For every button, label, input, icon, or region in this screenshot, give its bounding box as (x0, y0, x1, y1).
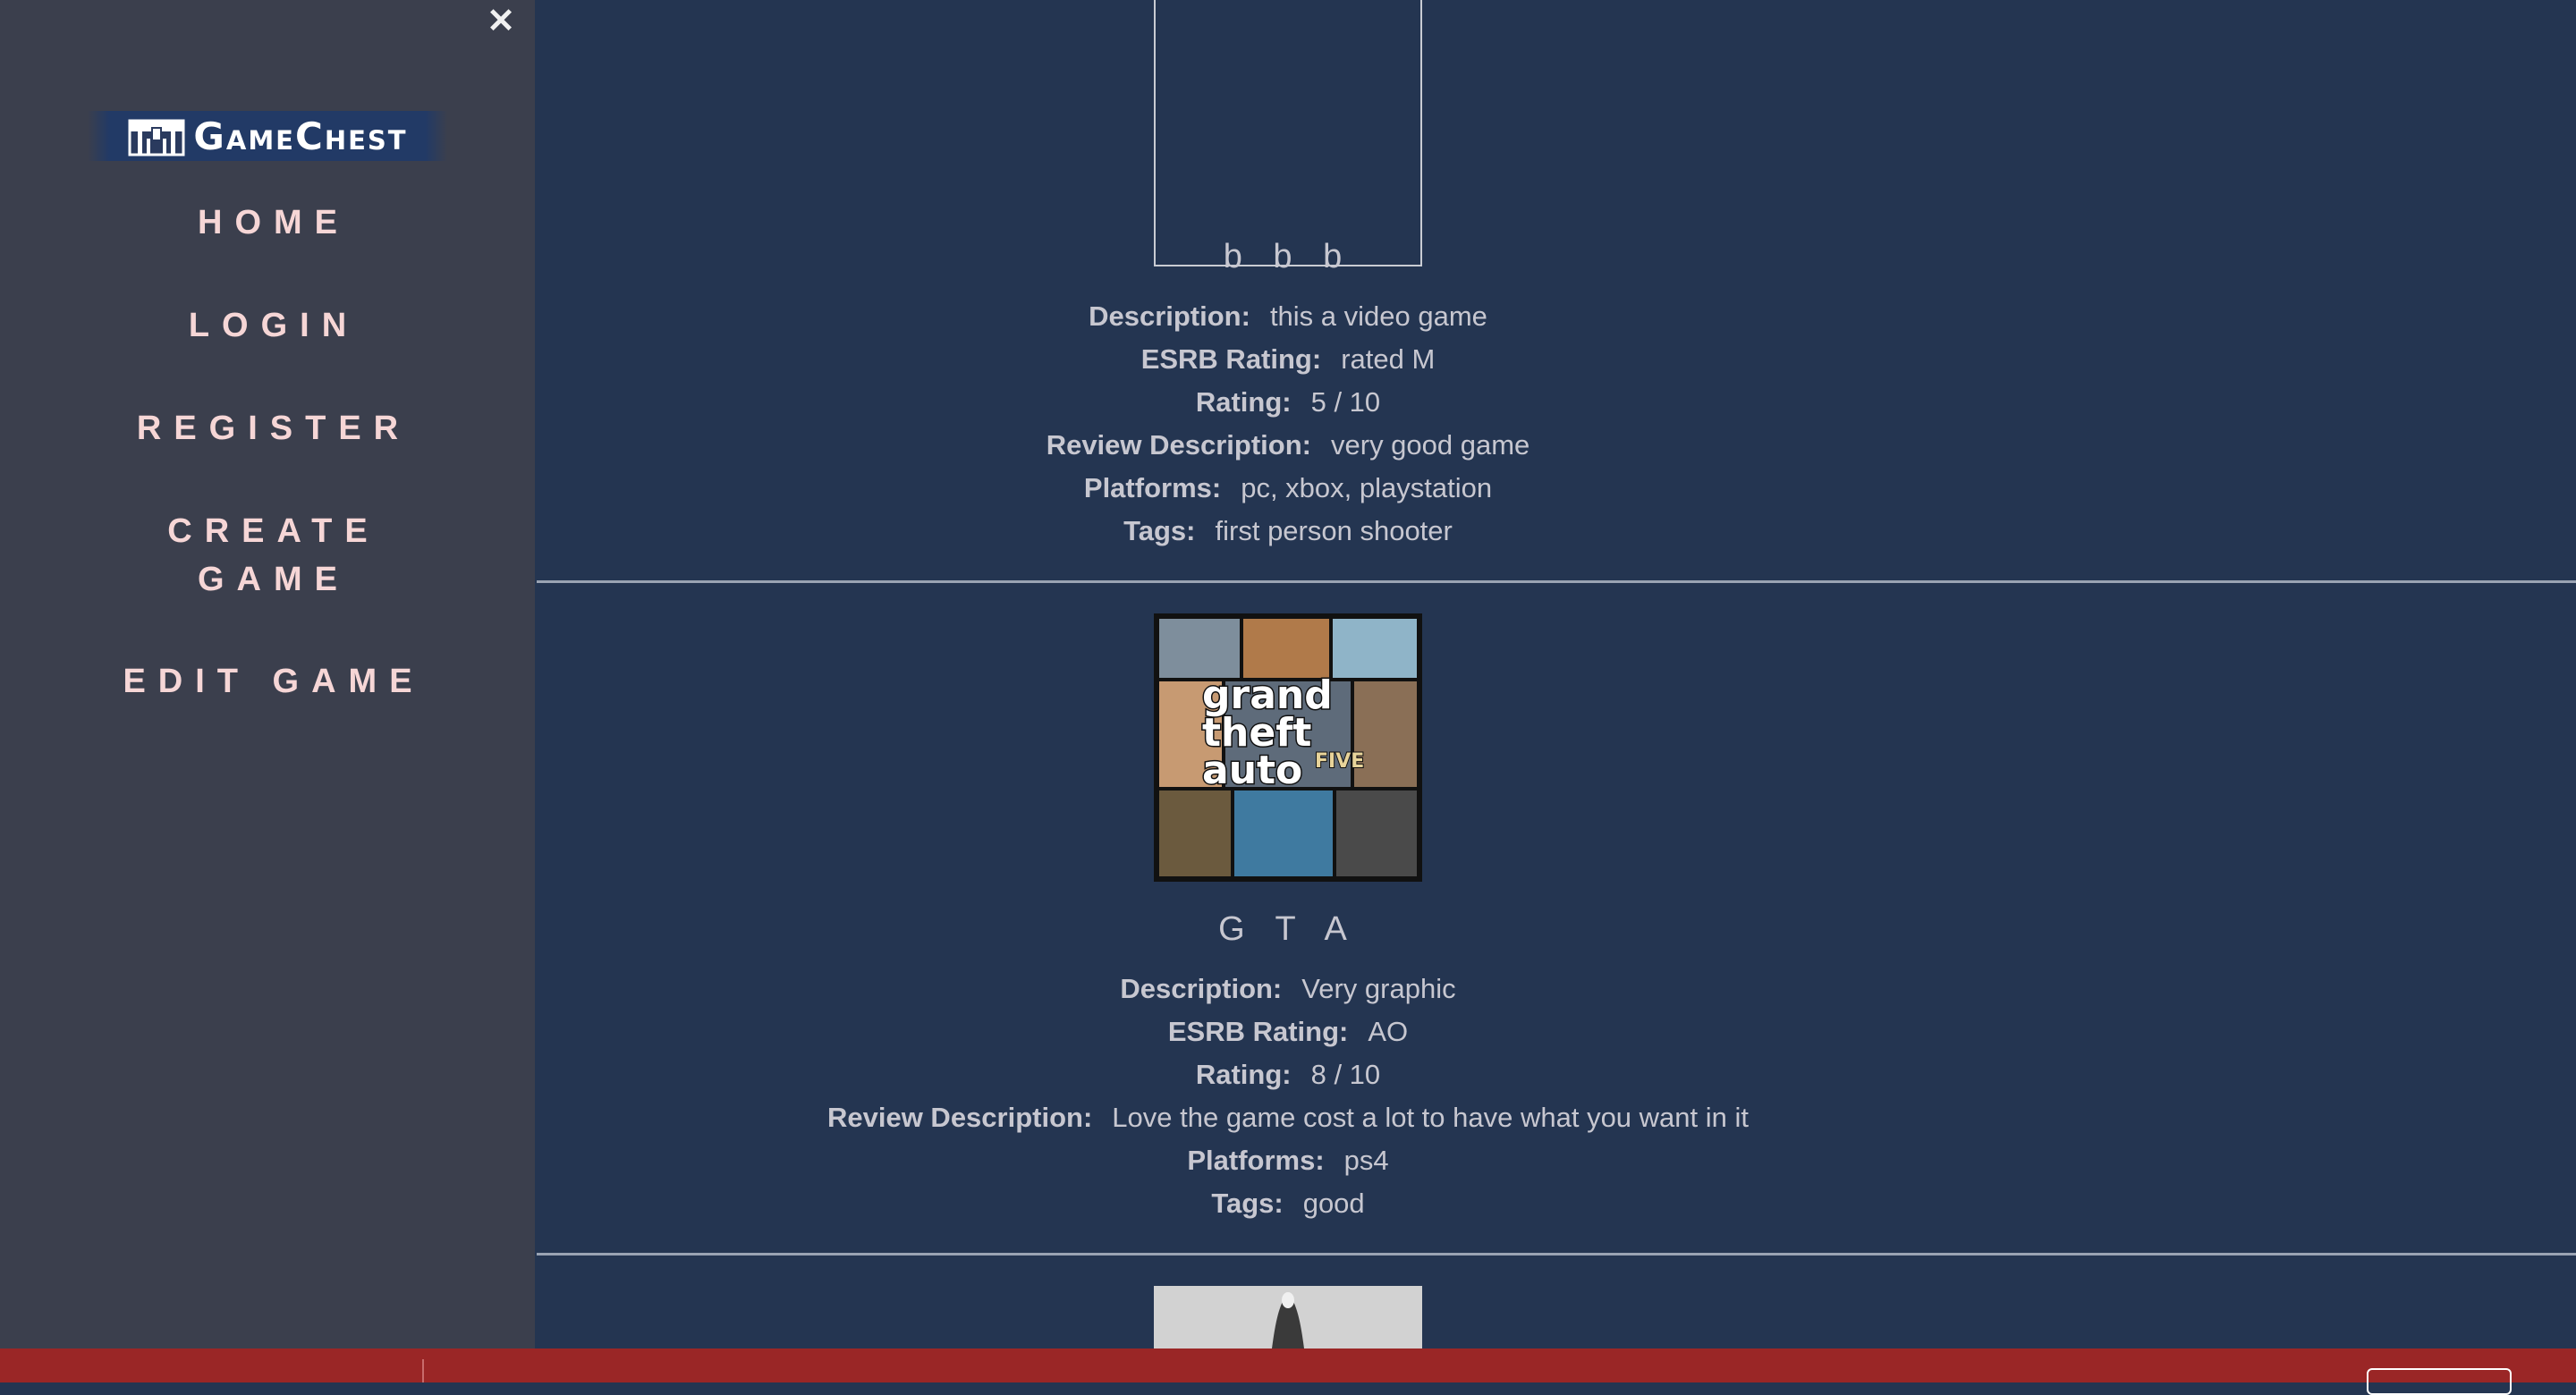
nav-item-register[interactable]: REGISTER (0, 404, 535, 452)
game-review: Review Description: Love the game cost a … (537, 1096, 2039, 1139)
description-label: Description: (1120, 973, 1283, 1004)
description-label: Description: (1089, 300, 1250, 332)
gta-cover-art: grand theft auto FIVE (1157, 617, 1419, 878)
review-label: Review Description: (826, 1102, 1093, 1133)
nav-item-edit-game[interactable]: EDIT GAME (0, 657, 535, 706)
review-value: Love the game cost a lot to have what yo… (1112, 1102, 1749, 1133)
nav-item-create-game-line1: CREATE (167, 512, 380, 550)
game-description: Description: Very graphic (537, 968, 2039, 1010)
treasure-chest-icon (128, 119, 185, 156)
nav-item-home[interactable]: HOME (0, 199, 535, 247)
esrb-value: AO (1368, 1016, 1409, 1047)
nav-item-create-game-line2: GAME (198, 561, 350, 598)
partial-cover-art (1154, 1286, 1422, 1348)
sidebar: ✕ GameChest HOME LOGIN REGISTER CREATE G… (0, 0, 535, 1348)
nav-item-login[interactable]: LOGIN (0, 301, 535, 350)
gta-cover-line3: auto (1202, 748, 1302, 793)
platforms-label: Platforms: (1187, 1145, 1325, 1176)
rating-value: 8 / 10 (1310, 1059, 1381, 1090)
game-title: b b b (1223, 238, 1353, 275)
game-platforms: Platforms: ps4 (537, 1139, 2039, 1182)
game-rating: Rating: 5 / 10 (537, 381, 2039, 424)
nav-item-create-game[interactable]: CREATE GAME (133, 507, 402, 604)
game-cover-image: grand theft auto FIVE (1154, 613, 1422, 882)
tags-label: Tags: (1123, 515, 1196, 546)
tags-value: good (1302, 1188, 1365, 1219)
game-list: b b b Description: this a video game ESRB… (537, 0, 2576, 1348)
rating-label: Rating: (1195, 386, 1292, 418)
bottom-bar-separator (422, 1359, 424, 1382)
card-divider (537, 1253, 2576, 1256)
bottom-bar (0, 1348, 2576, 1395)
game-platforms: Platforms: pc, xbox, playstation (537, 467, 2039, 510)
card-divider (537, 580, 2576, 583)
platforms-label: Platforms: (1083, 472, 1222, 503)
game-title: G T A (1218, 910, 1358, 948)
review-label: Review Description: (1046, 429, 1311, 461)
platforms-value: pc, xbox, playstation (1241, 472, 1493, 503)
rating-value: 5 / 10 (1310, 386, 1381, 418)
gta-cover-five: FIVE (1315, 750, 1364, 773)
game-tags: Tags: first person shooter (537, 510, 2039, 553)
sidebar-nav: HOME LOGIN REGISTER CREATE GAME EDIT GAM… (0, 199, 535, 760)
game-description: Description: this a video game (537, 295, 2039, 338)
bottom-bar-button[interactable] (2367, 1368, 2512, 1395)
description-value: Very graphic (1301, 973, 1456, 1004)
game-rating: Rating: 8 / 10 (537, 1053, 2039, 1096)
description-value: this a video game (1269, 300, 1487, 332)
tags-value: first person shooter (1215, 515, 1453, 546)
game-review: Review Description: very good game (537, 424, 2039, 467)
rating-label: Rating: (1195, 1059, 1292, 1090)
esrb-value: rated M (1341, 343, 1436, 375)
logo[interactable]: GameChest (88, 111, 447, 161)
esrb-label: ESRB Rating: (1167, 1016, 1349, 1047)
close-icon: ✕ (487, 3, 515, 40)
game-cover-image (1154, 1286, 1422, 1348)
close-sidebar-button[interactable]: ✕ (481, 2, 521, 41)
game-cover-image (1154, 0, 1422, 266)
esrb-label: ESRB Rating: (1140, 343, 1322, 375)
game-tags: Tags: good (537, 1182, 2039, 1225)
logo-text: GameChest (193, 114, 408, 158)
platforms-value: ps4 (1343, 1145, 1389, 1176)
game-esrb: ESRB Rating: rated M (537, 338, 2039, 381)
review-value: very good game (1331, 429, 1530, 461)
game-esrb: ESRB Rating: AO (537, 1010, 2039, 1053)
tags-label: Tags: (1211, 1188, 1284, 1219)
